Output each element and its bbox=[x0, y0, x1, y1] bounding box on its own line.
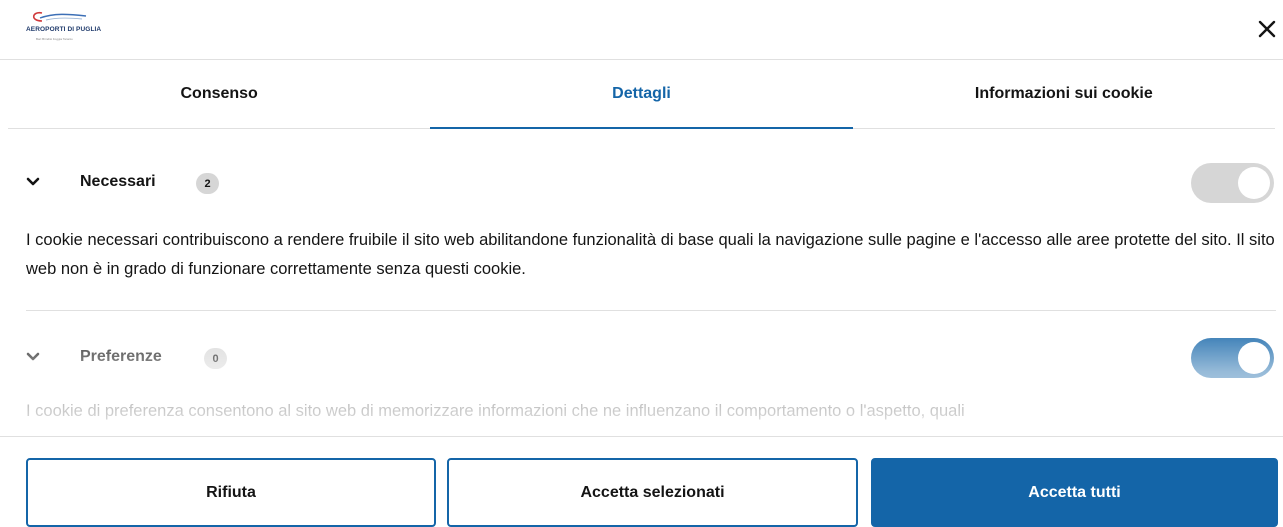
chevron-down-icon[interactable] bbox=[26, 350, 40, 364]
dialog-header: AEROPORTI DI PUGLIA Bari Brindisi Foggia… bbox=[0, 0, 1283, 60]
dialog-footer: Rifiuta Accetta selezionati Accetta tutt… bbox=[0, 436, 1283, 527]
tab-informazioni-sui-cookie[interactable]: Informazioni sui cookie bbox=[853, 60, 1275, 128]
cookie-count-badge: 2 bbox=[196, 173, 219, 194]
toggle-knob bbox=[1238, 167, 1270, 199]
section-title: Necessari bbox=[80, 173, 156, 190]
close-icon bbox=[1258, 20, 1276, 38]
section-description: I cookie necessari contribuiscono a rend… bbox=[26, 231, 1275, 278]
toggle-knob bbox=[1238, 342, 1270, 374]
preferenze-toggle[interactable] bbox=[1191, 338, 1274, 378]
tab-bar: Consenso Dettagli Informazioni sui cooki… bbox=[8, 60, 1275, 129]
reject-button[interactable]: Rifiuta bbox=[26, 458, 436, 527]
logo-tagline: Bari Brindisi Foggia Taranto bbox=[36, 37, 73, 41]
necessari-toggle[interactable] bbox=[1191, 163, 1274, 203]
section-divider bbox=[26, 310, 1276, 311]
accept-all-button[interactable]: Accetta tutti bbox=[871, 458, 1278, 527]
section-necessari-header: Necessari 2 bbox=[26, 163, 1276, 203]
chevron-down-icon[interactable] bbox=[26, 175, 40, 189]
close-button[interactable] bbox=[1256, 18, 1278, 40]
accept-selected-button[interactable]: Accetta selezionati bbox=[447, 458, 858, 527]
aeroporti-di-puglia-logo: AEROPORTI DI PUGLIA Bari Brindisi Foggia… bbox=[26, 10, 136, 44]
tab-consenso[interactable]: Consenso bbox=[8, 60, 430, 128]
logo-text: AEROPORTI DI PUGLIA bbox=[26, 26, 102, 33]
section-title: Preferenze bbox=[80, 348, 162, 365]
cookie-count-badge: 0 bbox=[204, 348, 227, 369]
section-description: I cookie di preferenza consentono al sit… bbox=[26, 402, 965, 420]
logo-swoosh-icon bbox=[32, 11, 87, 22]
section-preferenze-header: Preferenze 0 bbox=[26, 338, 1276, 378]
tab-dettagli[interactable]: Dettagli bbox=[430, 60, 853, 129]
